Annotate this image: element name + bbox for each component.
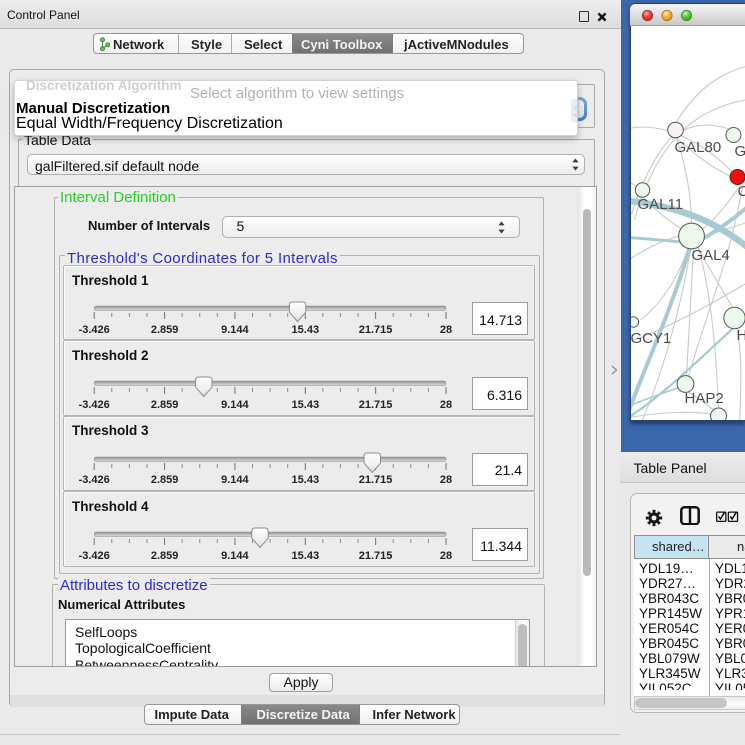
- svg-text:GAL11: GAL11: [637, 196, 683, 213]
- svg-text:GCY1: GCY1: [631, 330, 671, 347]
- svg-text:HAP2: HAP2: [684, 390, 723, 407]
- svg-text:GAL80: GAL80: [674, 139, 721, 156]
- svg-text:H: H: [736, 327, 745, 344]
- svg-text:GA: GA: [734, 143, 745, 160]
- svg-text:C: C: [737, 183, 745, 200]
- svg-text:GAL4: GAL4: [691, 247, 729, 264]
